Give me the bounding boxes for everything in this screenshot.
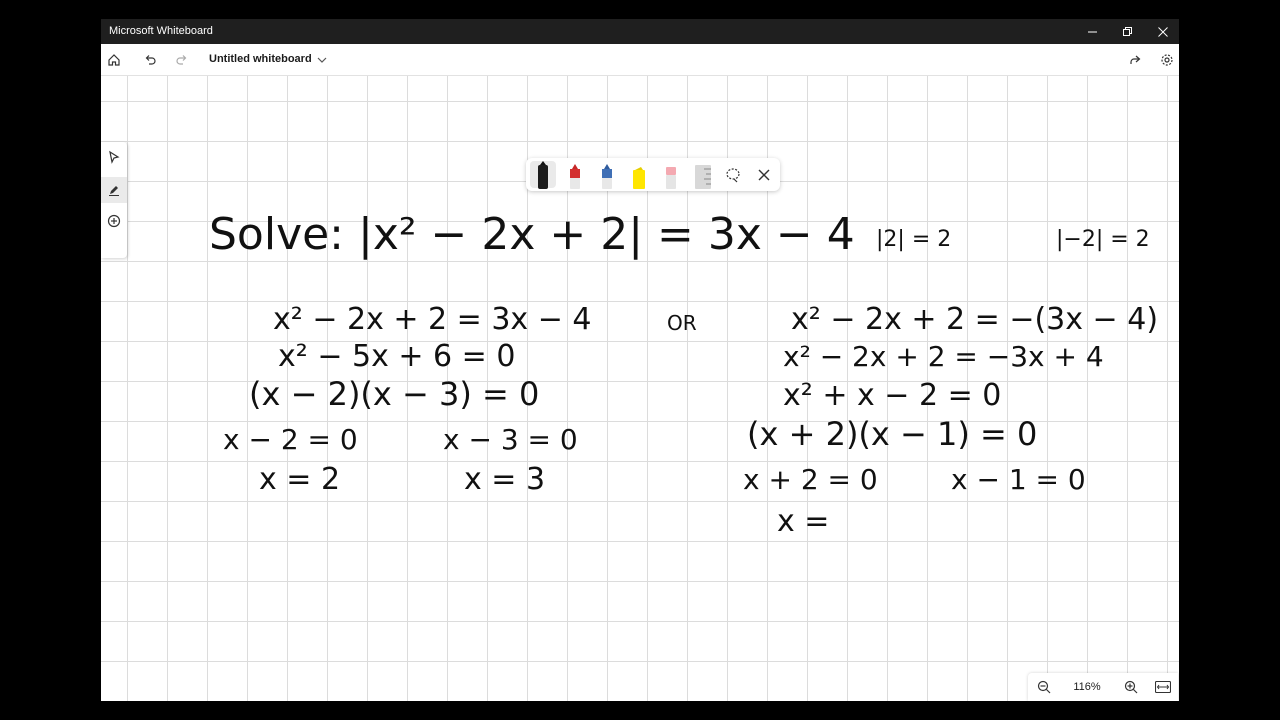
ink-left-solution-2: x = 3 <box>464 462 545 497</box>
pointer-icon <box>109 150 120 164</box>
red-pen-icon[interactable] <box>564 161 586 189</box>
ruler-icon[interactable] <box>692 161 714 189</box>
ink-right-factor-1: x + 2 = 0 <box>743 463 878 496</box>
gear-icon <box>1161 53 1173 66</box>
fit-to-screen-icon[interactable] <box>1155 681 1171 693</box>
undo-button[interactable] <box>137 44 163 75</box>
close-window-button[interactable] <box>1145 19 1179 44</box>
share-icon <box>1130 55 1141 64</box>
zoom-controls: 116% <box>1028 673 1178 701</box>
window-title: Microsoft Whiteboard <box>109 25 213 37</box>
app-toolbar: Untitled whiteboard <box>101 44 1179 76</box>
close-tray-icon[interactable] <box>758 169 770 181</box>
restore-icon <box>1123 26 1132 36</box>
share-button[interactable] <box>1122 44 1148 75</box>
black-pen-icon[interactable] <box>532 161 554 189</box>
ink-right-step-1: x² − 2x + 2 = −(3x − 4) <box>791 302 1158 337</box>
select-tool-button[interactable] <box>101 144 127 170</box>
undo-icon <box>145 54 156 65</box>
ink-right-partial: x = <box>777 504 829 539</box>
ink-right-step-4: (x + 2)(x − 1) = 0 <box>747 415 1037 453</box>
ink-left-factor-2: x − 3 = 0 <box>443 423 578 456</box>
ink-right-step-2: x² − 2x + 2 = −3x + 4 <box>783 340 1104 373</box>
settings-button[interactable] <box>1154 44 1179 75</box>
ink-or: OR <box>667 311 697 335</box>
whiteboard-canvas[interactable]: Solve: |x² − 2x + 2| = 3x − 4 |2| = 2 |−… <box>101 76 1179 701</box>
add-content-button[interactable] <box>101 208 127 234</box>
pen-icon <box>109 186 119 196</box>
whiteboard-window: Microsoft Whiteboard Untitled whiteboard <box>101 19 1179 701</box>
document-title[interactable]: Untitled whiteboard <box>209 53 312 65</box>
zoom-out-icon[interactable] <box>1037 680 1051 694</box>
ink-right-factor-2: x − 1 = 0 <box>951 463 1086 496</box>
yellow-highlighter-icon[interactable] <box>628 161 650 189</box>
ink-left-step-2: x² − 5x + 6 = 0 <box>278 339 515 374</box>
ink-tool-button[interactable] <box>101 177 127 203</box>
ink-left-step-3: (x − 2)(x − 3) = 0 <box>249 375 539 413</box>
ink-example-1: |2| = 2 <box>876 227 951 252</box>
close-icon <box>1158 26 1168 37</box>
minimize-button[interactable] <box>1075 19 1111 44</box>
title-bar[interactable]: Microsoft Whiteboard <box>101 19 1179 44</box>
ink-left-step-1: x² − 2x + 2 = 3x − 4 <box>273 302 591 337</box>
redo-button[interactable] <box>169 44 195 75</box>
minimize-icon <box>1088 31 1097 32</box>
document-menu-button[interactable] <box>313 44 331 75</box>
redo-icon <box>176 54 187 65</box>
chevron-down-icon <box>317 57 327 63</box>
ink-right-step-3: x² + x − 2 = 0 <box>783 378 1001 413</box>
ink-left-factor-1: x − 2 = 0 <box>223 423 358 456</box>
restore-button[interactable] <box>1110 19 1146 44</box>
home-button[interactable] <box>101 44 127 75</box>
blue-pen-icon[interactable] <box>596 161 618 189</box>
eraser-icon[interactable] <box>660 161 682 189</box>
plus-circle-icon <box>107 214 121 228</box>
side-toolbar <box>101 142 127 258</box>
zoom-in-icon[interactable] <box>1124 680 1138 694</box>
ink-left-solution-1: x = 2 <box>259 462 340 497</box>
ink-example-2: |−2| = 2 <box>1056 227 1150 252</box>
home-icon <box>108 53 120 66</box>
lasso-select-icon[interactable] <box>725 167 741 183</box>
ink-tray <box>526 158 780 191</box>
ink-problem: Solve: |x² − 2x + 2| = 3x − 4 <box>209 209 855 260</box>
zoom-level[interactable]: 116% <box>1072 681 1102 693</box>
